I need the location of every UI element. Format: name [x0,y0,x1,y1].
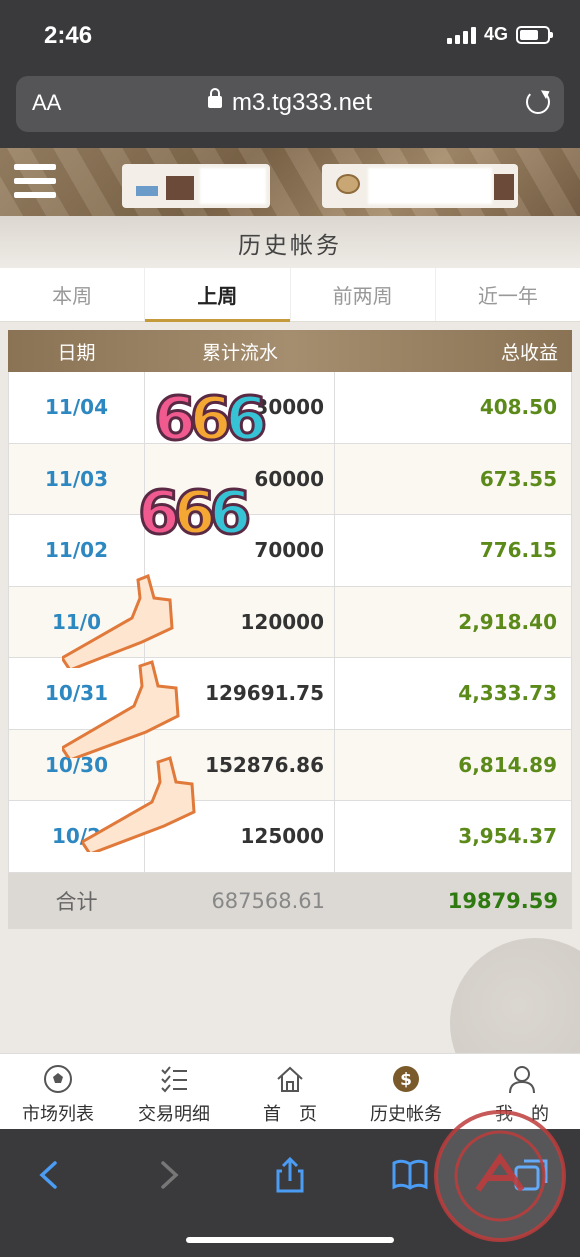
page-title-band: 历史帐务 [0,216,580,268]
soccer-ball-icon [44,1065,72,1093]
sticker-666: 666 [137,477,253,550]
web-page: 历史帐务 本周 上周 前两周 近一年 日期 累计流水 总收益 11/04 300… [0,148,580,1053]
tab-last-year[interactable]: 近一年 [436,268,580,321]
lock-icon [207,88,222,108]
nav-history[interactable]: $ 历史帐务 [348,1054,464,1129]
hamburger-menu-icon[interactable] [14,164,56,198]
dollar-coin-icon: $ [393,1066,419,1092]
signal-icon [446,26,476,44]
nav-market-list[interactable]: 市场列表 [0,1054,116,1129]
row-profit: 673.55 [335,443,572,514]
nav-home[interactable]: 首 页 [232,1054,348,1129]
nav-label: 历史帐务 [370,1104,442,1125]
bookmarks-icon[interactable] [390,1155,430,1195]
nav-label: 交易明细 [138,1104,210,1125]
reload-icon[interactable] [526,90,550,114]
nav-transactions[interactable]: 交易明细 [116,1054,232,1129]
total-label: 合计 [55,889,98,914]
header-banner [0,148,580,216]
home-icon [277,1066,303,1092]
user-icon [509,1066,535,1094]
account-name-field [122,164,270,208]
nav-label: 市场列表 [22,1104,94,1125]
watermark-seal [434,1110,566,1242]
tab-two-weeks[interactable]: 前两周 [291,268,436,321]
header-date: 日期 [57,341,96,364]
header-profit: 总收益 [500,341,558,364]
url-text: m3.tg333.net [231,89,373,116]
browser-address-area: AA m3.tg333.net [0,70,580,148]
forward-icon[interactable] [148,1155,188,1195]
row-profit: 3,954.37 [335,801,572,872]
ios-status-bar: 2:46 4G [0,0,580,70]
header-turnover: 累计流水 [201,341,278,364]
status-time: 2:46 [44,22,93,49]
table-row[interactable]: 11/03 60000 673.55 [8,443,572,515]
row-profit: 776.15 [335,515,572,586]
row-date: 11/04 [8,372,145,443]
table-header: 日期 累计流水 总收益 [8,330,572,372]
address-bar[interactable]: AA m3.tg333.net [16,76,564,132]
nav-label: 首 页 [263,1104,317,1125]
period-tabs: 本周 上周 前两周 近一年 [0,268,580,322]
total-profit: 19879.59 [447,888,558,913]
svg-text:$: $ [400,1070,412,1090]
row-profit: 408.50 [335,372,572,443]
back-icon[interactable] [30,1155,70,1195]
url-display[interactable]: m3.tg333.net [16,88,564,117]
share-icon[interactable] [270,1155,310,1195]
checklist-icon [161,1066,187,1093]
page-title: 历史帐务 [238,233,342,259]
table-total-row: 合计 687568.61 19879.59 [8,872,572,929]
home-indicator [186,1237,394,1243]
table-row[interactable]: 11/04 30000 408.50 [8,372,572,444]
status-indicators: 4G [446,24,553,45]
network-type: 4G [483,24,508,44]
row-profit: 2,918.40 [335,586,572,657]
tab-last-week[interactable]: 上周 [145,268,291,322]
row-date: 11/03 [8,443,145,514]
balance-field [322,164,518,208]
battery-icon [516,25,553,44]
tab-this-week[interactable]: 本周 [0,268,146,321]
coin-stack-icon [336,174,360,194]
row-profit: 4,333.73 [335,658,572,729]
soccer-ball-decoration [450,938,580,1053]
thumbs-up-hand-sticker [82,756,196,852]
total-turnover: 687568.61 [211,888,325,913]
row-profit: 6,814.89 [335,729,572,800]
sticker-666: 666 [153,383,269,456]
